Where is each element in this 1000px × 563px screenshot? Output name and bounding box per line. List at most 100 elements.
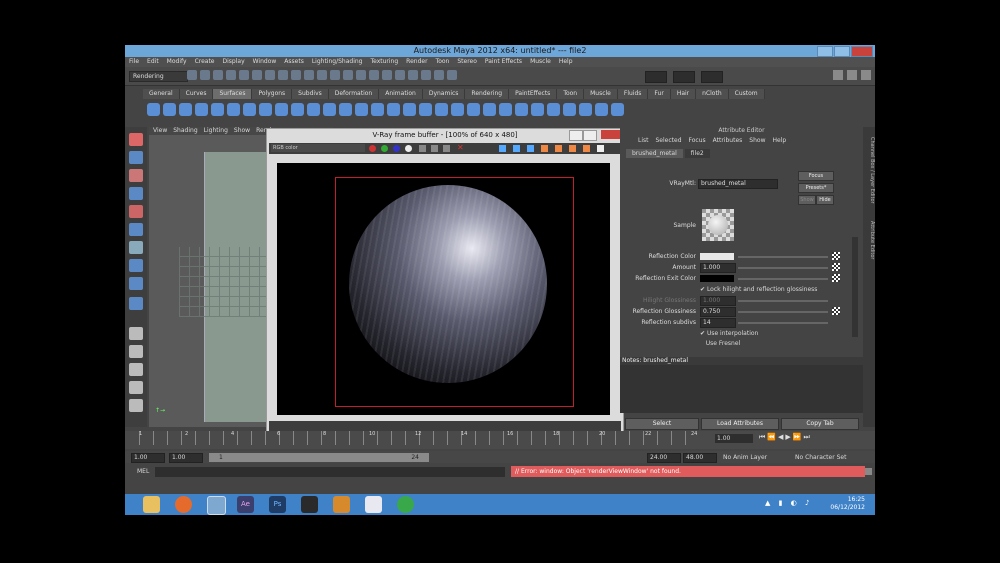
- hilight-glossiness-slider[interactable]: [738, 300, 828, 302]
- shelf-tab-subdivs[interactable]: Subdivs: [292, 89, 329, 99]
- history-icon[interactable]: [317, 70, 327, 80]
- save-image-icon[interactable]: [419, 145, 426, 152]
- photoshop-icon[interactable]: Ps: [269, 496, 286, 513]
- map-button-icon[interactable]: [832, 252, 840, 260]
- fillet-icon[interactable]: [595, 103, 608, 116]
- birail-icon[interactable]: [307, 103, 320, 116]
- minimize-button[interactable]: [817, 46, 833, 57]
- presets-button[interactable]: Presets*: [798, 183, 834, 193]
- explorer-icon[interactable]: [143, 496, 160, 513]
- range-handle[interactable]: 1 24: [209, 453, 429, 462]
- reflection-subdivs-slider[interactable]: [738, 322, 828, 324]
- snap-point-icon[interactable]: [291, 70, 301, 80]
- attr-menu-list[interactable]: List: [638, 136, 649, 145]
- align-icon[interactable]: [467, 103, 480, 116]
- show-hide-attr-icon[interactable]: [833, 70, 843, 80]
- trim-icon[interactable]: [403, 103, 416, 116]
- revolve-icon[interactable]: [243, 103, 256, 116]
- maximize-button[interactable]: [834, 46, 850, 57]
- browser-icon[interactable]: [397, 496, 414, 513]
- attr-menu-attributes[interactable]: Attributes: [713, 136, 743, 145]
- project-curve-icon[interactable]: [387, 103, 400, 116]
- use-fresnel-checkbox[interactable]: Use Fresnel: [700, 340, 740, 348]
- coord-z-field[interactable]: [701, 71, 723, 83]
- load-attributes-button[interactable]: Load Attributes: [701, 418, 779, 430]
- color-correct-icon[interactable]: [541, 145, 548, 152]
- intersect-icon[interactable]: [371, 103, 384, 116]
- attr-menu-selected[interactable]: Selected: [656, 136, 682, 145]
- reflection-exit-slider[interactable]: [738, 278, 828, 280]
- mel-input[interactable]: [155, 467, 505, 477]
- levels-icon[interactable]: [555, 145, 562, 152]
- shelf-tab-polygons[interactable]: Polygons: [252, 89, 293, 99]
- shelf-tab-painteffects[interactable]: PaintEffects: [509, 89, 558, 99]
- clear-image-icon[interactable]: [443, 145, 450, 152]
- playback-controls[interactable]: ⏮⏪◀▶⏩⏭: [759, 433, 812, 442]
- loft-icon[interactable]: [259, 103, 272, 116]
- menu-window[interactable]: Window: [253, 57, 277, 67]
- render-icon[interactable]: [330, 70, 340, 80]
- nurbs-cone-icon[interactable]: [195, 103, 208, 116]
- current-frame-field[interactable]: 1.00: [715, 434, 753, 443]
- layout-two-icon[interactable]: [129, 363, 143, 376]
- green-channel-icon[interactable]: [381, 145, 388, 152]
- menu-help[interactable]: Help: [559, 57, 573, 67]
- time-slider[interactable]: 1 2 4 6 8 10 12 14 16 18 20 22 24 1.00 ⏮…: [125, 431, 875, 449]
- vp-menu-show[interactable]: Show: [234, 127, 250, 135]
- shelf-tab-general[interactable]: General: [143, 89, 180, 99]
- mode-selector[interactable]: Rendering: [129, 71, 188, 82]
- stop-render-icon[interactable]: ✕: [457, 143, 464, 153]
- vray-fb-icon[interactable]: [434, 70, 444, 80]
- shelf-tab-curves[interactable]: Curves: [179, 89, 214, 99]
- clock[interactable]: 16:25 06/12/2012: [830, 496, 865, 512]
- attach-icon[interactable]: [435, 103, 448, 116]
- menu-render[interactable]: Render: [406, 57, 427, 67]
- red-channel-icon[interactable]: [369, 145, 376, 152]
- select-component-icon[interactable]: [252, 70, 262, 80]
- display-srgb-icon[interactable]: [597, 145, 604, 152]
- extrude-icon[interactable]: [291, 103, 304, 116]
- bevel-icon[interactable]: [355, 103, 368, 116]
- select-button[interactable]: Select: [625, 418, 699, 430]
- character-set-select[interactable]: No Character Set: [795, 453, 846, 462]
- exposure-icon[interactable]: [583, 145, 590, 152]
- reflection-exit-color-swatch[interactable]: [700, 275, 734, 282]
- lock-hilight-checkbox[interactable]: ✔ Lock hilight and reflection glossiness: [700, 286, 817, 294]
- stitch-icon[interactable]: [611, 103, 624, 116]
- tab-brushed-metal[interactable]: brushed_metal: [626, 149, 683, 158]
- region-render-icon[interactable]: [499, 145, 506, 152]
- shelf-tab-muscle[interactable]: Muscle: [584, 89, 618, 99]
- untrim-icon[interactable]: [419, 103, 432, 116]
- ipr-render-icon[interactable]: [343, 70, 353, 80]
- reflection-color-swatch[interactable]: [700, 253, 734, 260]
- after-effects-icon[interactable]: Ae: [237, 496, 254, 513]
- nurbs-sphere-icon[interactable]: [147, 103, 160, 116]
- vp-menu-view[interactable]: View: [153, 127, 167, 135]
- start-time-field[interactable]: 1.00: [131, 453, 165, 463]
- menu-texturing[interactable]: Texturing: [370, 57, 398, 67]
- notes-textarea[interactable]: [620, 365, 863, 413]
- focus-button[interactable]: Focus: [798, 171, 834, 181]
- show-hide-tool-icon[interactable]: [847, 70, 857, 80]
- attr-menu-help[interactable]: Help: [772, 136, 786, 145]
- select-object-icon[interactable]: [239, 70, 249, 80]
- curves-icon[interactable]: [569, 145, 576, 152]
- snap-surface-icon[interactable]: [304, 70, 314, 80]
- close-button[interactable]: [851, 46, 873, 57]
- layout-single-icon[interactable]: [129, 327, 143, 340]
- shelf-tab-fur[interactable]: Fur: [648, 89, 671, 99]
- show-button[interactable]: Show: [798, 195, 816, 205]
- menu-paint-effects[interactable]: Paint Effects: [485, 57, 522, 67]
- nurbs-torus-icon[interactable]: [227, 103, 240, 116]
- vray-settings-icon[interactable]: [447, 70, 457, 80]
- planar-icon[interactable]: [275, 103, 288, 116]
- copy-tab-button[interactable]: Copy Tab: [781, 418, 859, 430]
- shelf-tab-ncloth[interactable]: nCloth: [696, 89, 729, 99]
- amount-field[interactable]: 1.000: [700, 263, 736, 273]
- shelf-tab-toon[interactable]: Toon: [557, 89, 585, 99]
- playback-start-field[interactable]: 1.00: [169, 453, 203, 463]
- sphere-tool-icon[interactable]: [129, 297, 143, 310]
- coord-y-field[interactable]: [673, 71, 695, 83]
- attribute-editor-tab[interactable]: Attribute Editor: [863, 215, 875, 265]
- use-interpolation-checkbox[interactable]: ✔ Use interpolation: [700, 330, 758, 338]
